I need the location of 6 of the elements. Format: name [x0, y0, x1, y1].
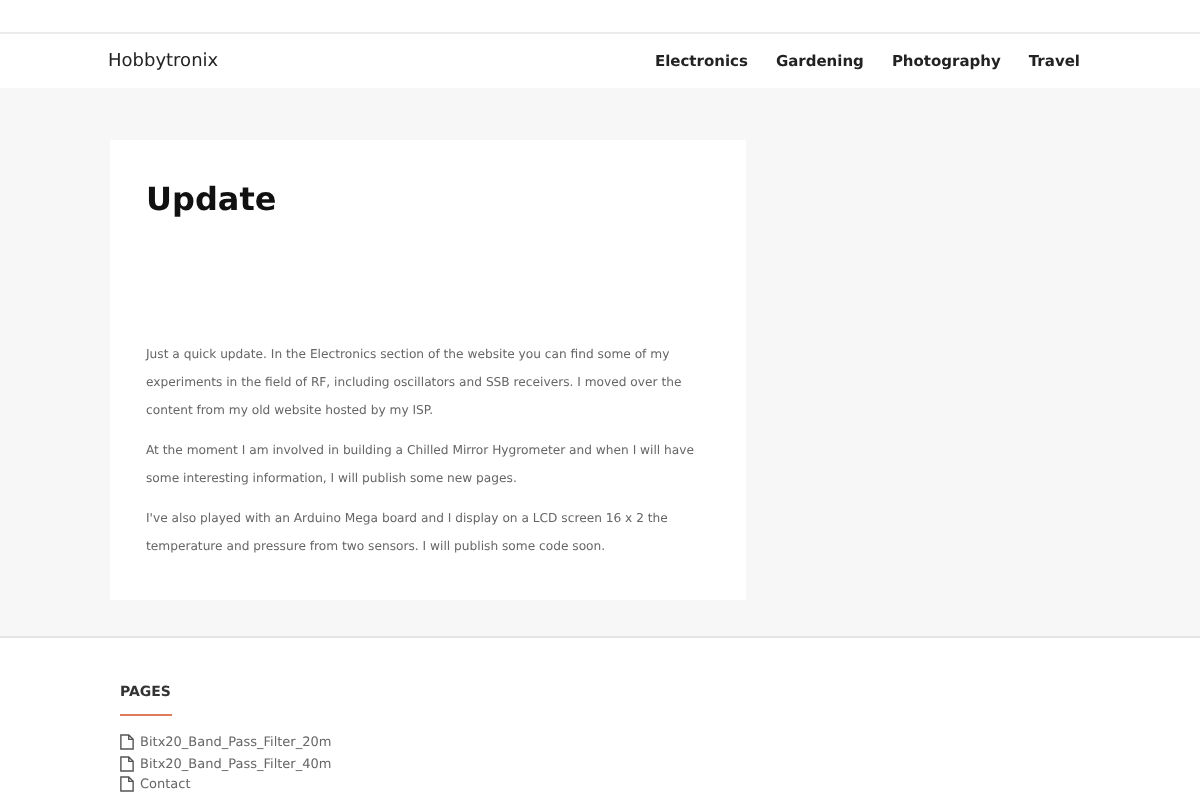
site-title[interactable]: Hobbytronix	[108, 51, 219, 71]
post-title: Update	[146, 180, 279, 218]
heading-underline	[120, 714, 172, 716]
page-icon	[120, 776, 134, 793]
page-icon	[120, 755, 134, 772]
page-icon	[120, 734, 134, 751]
